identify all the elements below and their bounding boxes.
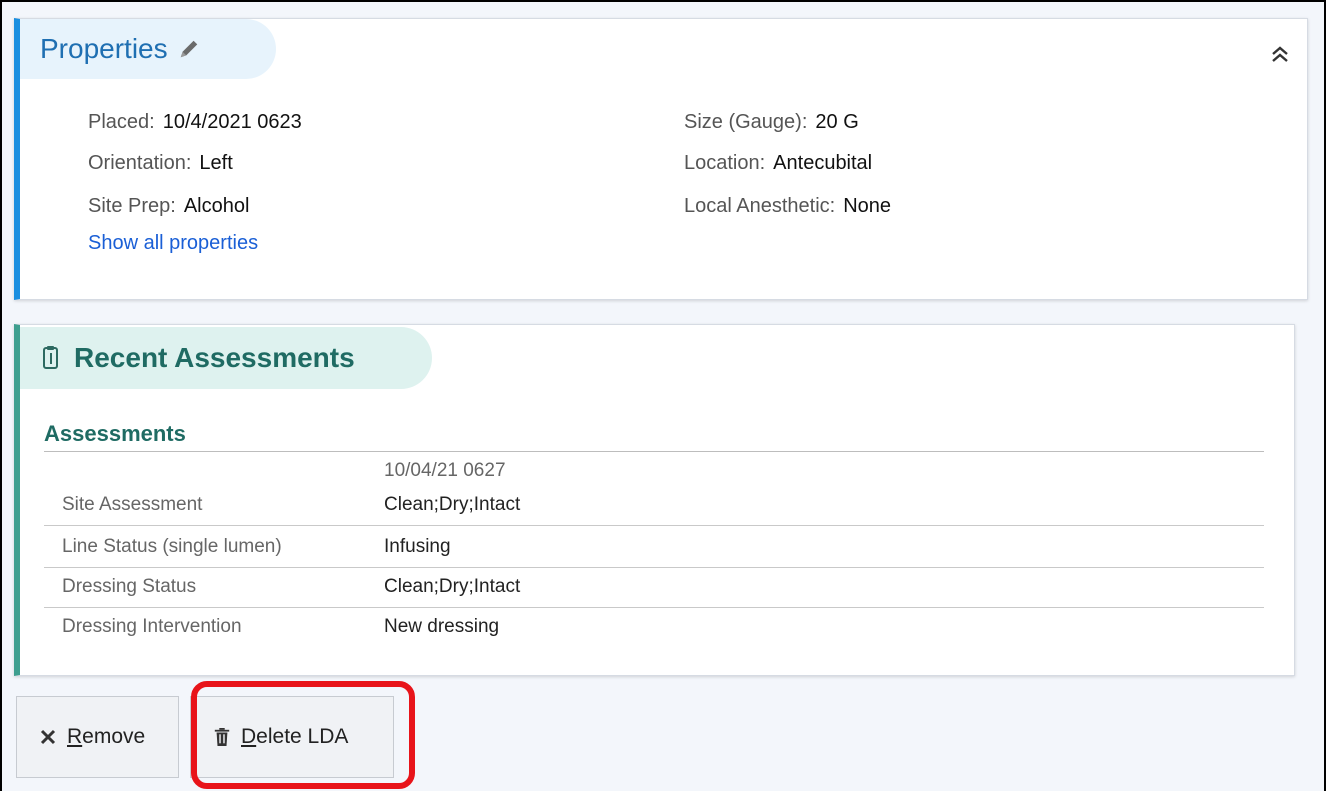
prop-label: Location: [684, 152, 766, 174]
prop-value: 20 G [815, 111, 859, 133]
close-icon [40, 729, 56, 745]
remove-button-label: Remove [67, 725, 145, 749]
delete-lda-button[interactable]: Delete LDA [190, 696, 394, 778]
prop-location: Location: Antecubital [684, 152, 872, 175]
prop-placed: Placed: 10/4/2021 0623 [88, 111, 302, 134]
table-row: Site Assessment Clean;Dry;Intact [44, 487, 1264, 526]
table-row: Dressing Intervention New dressing [44, 609, 1264, 647]
remove-button[interactable]: Remove [16, 696, 179, 778]
row-value: Infusing [384, 536, 451, 557]
row-label: Line Status (single lumen) [62, 536, 282, 557]
prop-local-anesthetic: Local Anesthetic: None [684, 195, 891, 218]
prop-value: Alcohol [183, 195, 250, 217]
prop-value: Left [199, 152, 233, 174]
delete-lda-button-label: Delete LDA [241, 725, 348, 749]
delete-label-rest: elete LDA [256, 725, 349, 748]
prop-orientation: Orientation: Left [88, 152, 233, 175]
prop-label: Local Anesthetic: [684, 195, 836, 217]
remove-access-key: R [67, 725, 83, 748]
row-value: New dressing [384, 616, 500, 637]
prop-label: Placed: [88, 111, 155, 133]
prop-value: None [843, 195, 892, 217]
delete-access-key: D [241, 725, 257, 748]
properties-header: Properties [20, 19, 276, 79]
recent-assessments-title: Recent Assessments [74, 342, 355, 373]
chevron-double-up-icon[interactable] [1271, 45, 1289, 65]
properties-card: Properties Placed: 10/4/2021 0623 Orienta… [14, 18, 1308, 300]
prop-value: Antecubital [773, 152, 873, 174]
recent-assessments-card: Recent Assessments Assessments 10/04/21 … [14, 324, 1295, 676]
table-row: Line Status (single lumen) Infusing [44, 529, 1264, 568]
assessments-subheading: Assessments [44, 421, 186, 446]
recent-assessments-header: Recent Assessments [20, 327, 432, 389]
row-value: Clean;Dry;Intact [384, 576, 521, 597]
prop-size: Size (Gauge): 20 G [684, 111, 859, 134]
show-all-properties-link[interactable]: Show all properties [88, 232, 258, 255]
trash-icon [214, 728, 230, 746]
prop-label: Size (Gauge): [684, 111, 808, 133]
prop-value: 10/4/2021 0623 [162, 111, 302, 133]
pencil-icon[interactable] [178, 38, 200, 60]
assessment-date-header: 10/04/21 0627 [384, 460, 506, 481]
table-row: Dressing Status Clean;Dry;Intact [44, 569, 1264, 608]
prop-site-prep: Site Prep: Alcohol [88, 195, 249, 218]
clipboard-icon [43, 346, 58, 369]
prop-label: Orientation: [88, 152, 192, 174]
row-value: Clean;Dry;Intact [384, 494, 521, 515]
prop-label: Site Prep: [88, 195, 176, 217]
row-label: Dressing Status [62, 576, 197, 597]
row-label: Dressing Intervention [62, 616, 242, 637]
divider [44, 451, 1264, 452]
row-label: Site Assessment [62, 494, 203, 515]
properties-title: Properties [40, 33, 168, 64]
remove-label-rest: emove [82, 725, 146, 748]
